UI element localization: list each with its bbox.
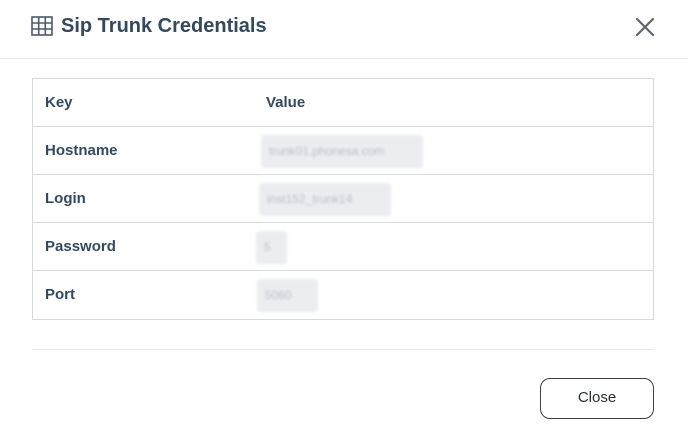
column-header-key: Key xyxy=(45,94,73,111)
table-row: Password 5 xyxy=(33,223,653,271)
row-key-port: Port xyxy=(45,286,75,303)
row-value-password[interactable]: 5 xyxy=(256,231,287,264)
dialog-header: Sip Trunk Credentials xyxy=(0,0,688,59)
footer-divider xyxy=(32,349,654,350)
table-row: Hostname trunk01.phonesa.com xyxy=(33,127,653,175)
column-header-value: Value xyxy=(266,94,306,111)
table-row: Login inst152_trunk14 xyxy=(33,175,653,223)
row-value-port[interactable]: 5060 xyxy=(257,279,318,312)
row-key-password: Password xyxy=(45,238,116,255)
sip-trunk-credentials-dialog: Sip Trunk Credentials Key Value Hostname… xyxy=(0,0,688,442)
dialog-title: Sip Trunk Credentials xyxy=(61,15,267,37)
close-button[interactable]: Close xyxy=(540,378,654,419)
table-grid-icon xyxy=(31,16,53,36)
table-header-row: Key Value xyxy=(33,79,653,127)
row-value-login[interactable]: inst152_trunk14 xyxy=(259,183,391,216)
credentials-table: Key Value Hostname trunk01.phonesa.com L… xyxy=(32,78,654,320)
table-row: Port 5060 xyxy=(33,271,653,319)
row-key-hostname: Hostname xyxy=(45,142,118,159)
row-value-hostname[interactable]: trunk01.phonesa.com xyxy=(261,135,423,168)
row-key-login: Login xyxy=(45,190,86,207)
close-icon[interactable] xyxy=(632,14,658,40)
